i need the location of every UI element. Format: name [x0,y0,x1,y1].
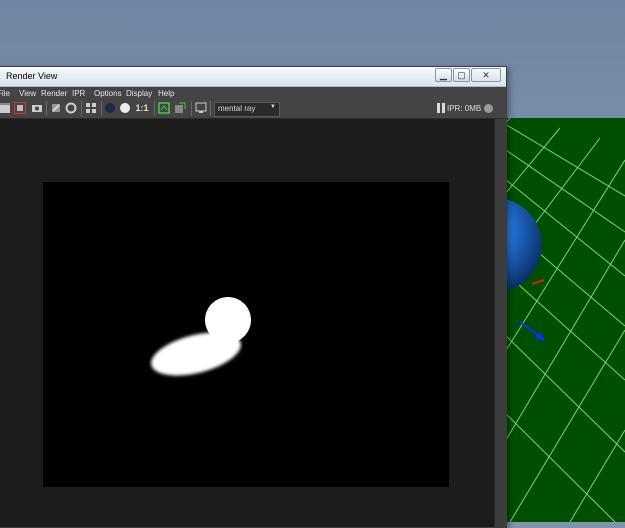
toolbar-separator [81,101,82,116]
menu-options[interactable]: Options [94,89,122,98]
menu-display[interactable]: Display [126,89,152,98]
menu-render[interactable]: Render [41,89,67,98]
snapshot-icon[interactable] [31,102,43,114]
toolbar: 1:1 mental ray ▼ IPR: 0MB [0,100,506,119]
toolbar-separator [101,101,102,116]
chevron-down-icon: ▼ [270,104,276,110]
maximize-button[interactable]: ▢ [453,68,470,82]
options-icon[interactable] [85,102,97,114]
keep-image-icon[interactable] [158,102,170,114]
close-button[interactable]: ✕ [471,68,501,82]
color-channel-icon[interactable] [104,102,116,114]
menu-file[interactable]: File [0,89,10,98]
ratio-label[interactable]: 1:1 [134,102,150,114]
render-view-window[interactable]: Render View ▁ ▢ ✕ File View Render IPR O… [0,66,507,528]
menu-help[interactable]: Help [158,89,174,98]
render-icon[interactable] [0,102,11,114]
title-bar[interactable]: Render View ▁ ▢ ✕ [0,67,506,87]
refresh-icon[interactable] [65,102,77,114]
display-icon[interactable] [195,102,207,114]
ipr-memory-label: IPR: 0MB [447,104,482,113]
toolbar-separator [46,101,47,116]
renderer-value: mental ray [218,104,256,113]
window-border [494,119,507,527]
pause-icon[interactable] [437,103,445,113]
menu-ipr[interactable]: IPR [72,89,85,98]
ipr-status-indicator [484,104,493,113]
region-icon[interactable] [14,102,26,114]
ipr-icon[interactable] [50,102,62,114]
alpha-icon[interactable] [119,102,131,114]
remove-image-icon[interactable] [174,102,186,114]
render-image-panel[interactable] [0,119,494,527]
menu-bar: File View Render IPR Options Display Hel… [0,87,506,100]
toolbar-separator [191,101,192,116]
rendered-image-canvas [151,297,251,376]
toolbar-separator [210,101,211,116]
window-title: Render View [6,71,58,81]
sphere-matte-shape [205,297,251,343]
renderer-dropdown[interactable]: mental ray ▼ [214,102,280,117]
minimize-button[interactable]: ▁ [435,68,452,82]
rendered-image [43,182,449,487]
menu-view[interactable]: View [19,89,36,98]
toolbar-separator [154,101,155,116]
